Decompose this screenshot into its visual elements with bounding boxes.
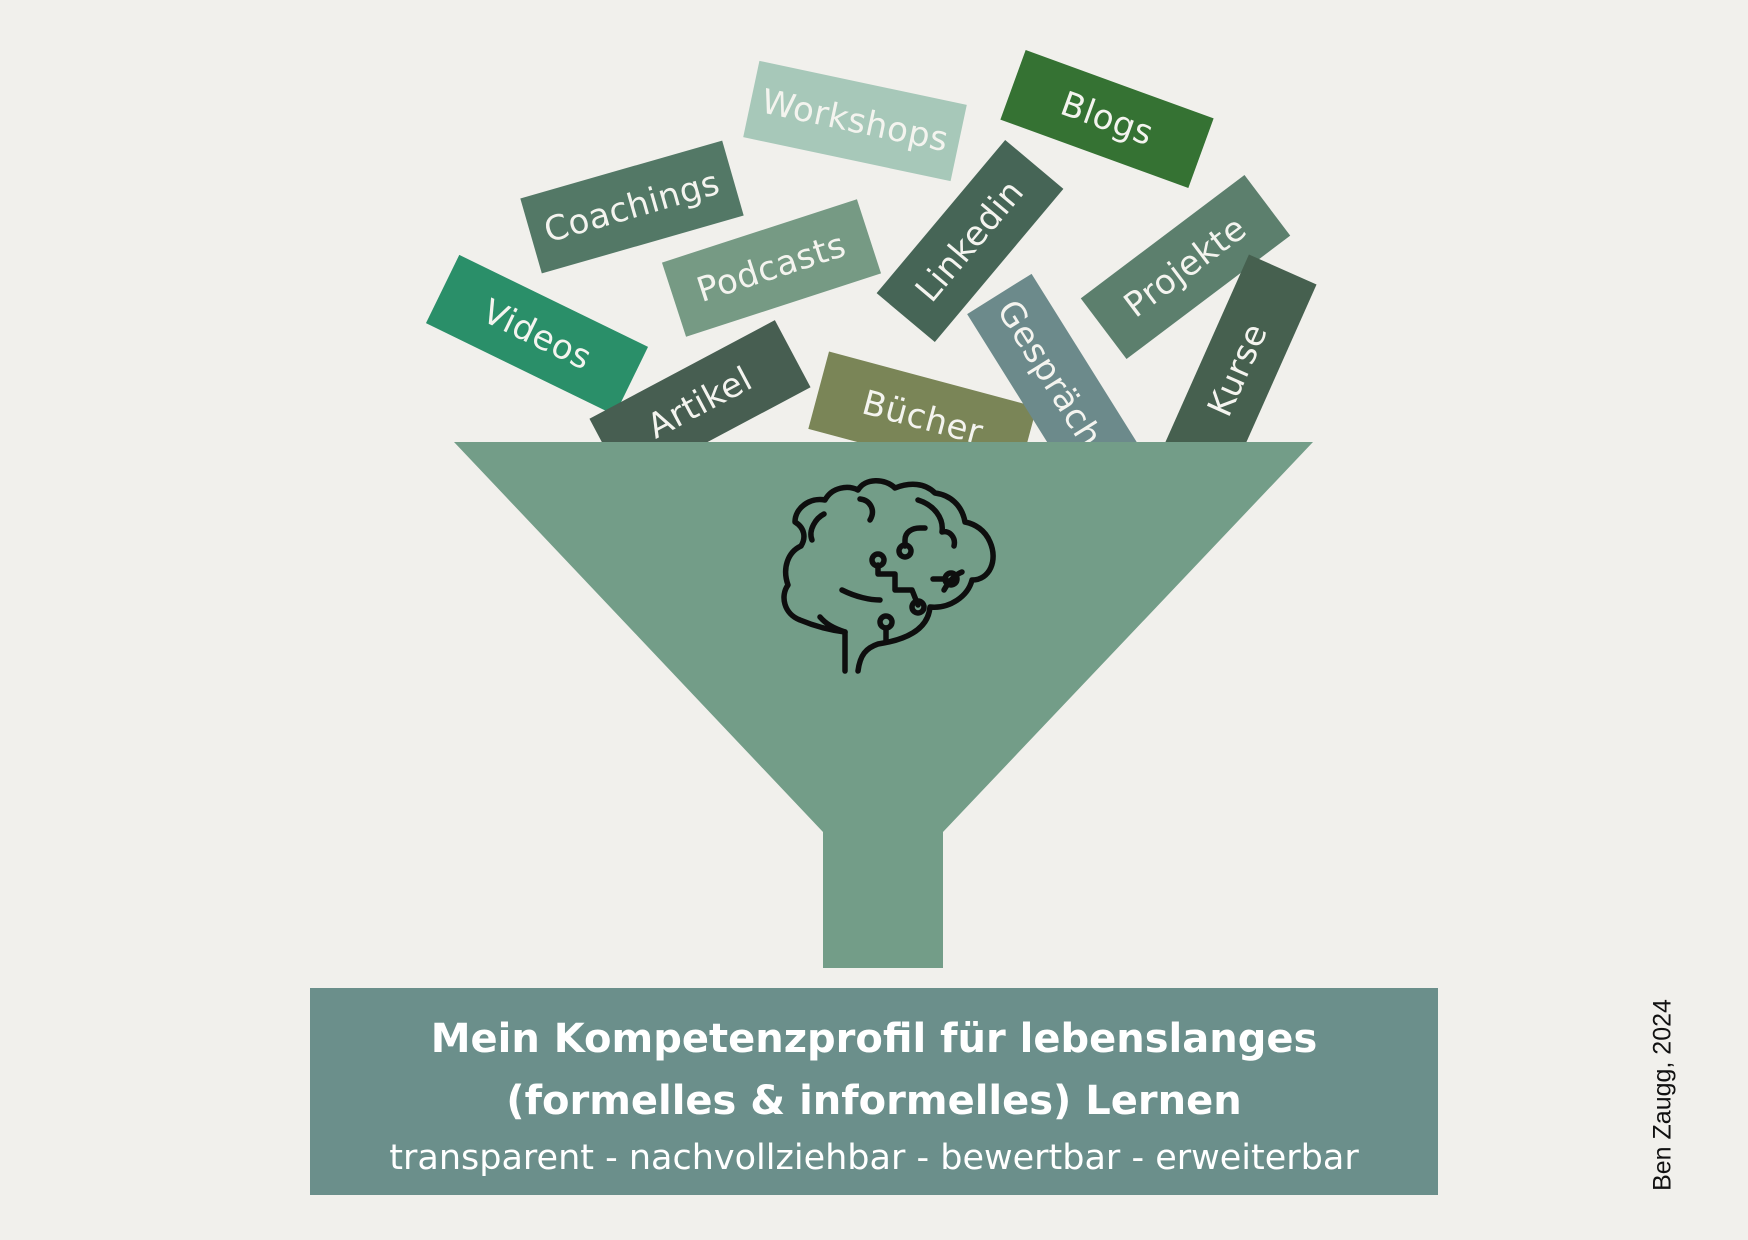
title-box: Mein Kompetenzprofil für lebenslanges (f… <box>310 988 1438 1195</box>
diagram-canvas: Workshops Blogs Coachings Podcasts Linkedin P… <box>0 0 1748 1240</box>
title-line-1: Mein Kompetenzprofil für lebenslanges <box>430 1016 1318 1062</box>
title-line-2: (formelles & informelles) Lernen <box>506 1078 1242 1124</box>
subtitle: transparent - nachvollziehbar - bewertba… <box>389 1138 1359 1178</box>
author-credit: Ben Zaugg, 2024 <box>1648 999 1677 1191</box>
funnel-shape <box>454 442 1313 968</box>
